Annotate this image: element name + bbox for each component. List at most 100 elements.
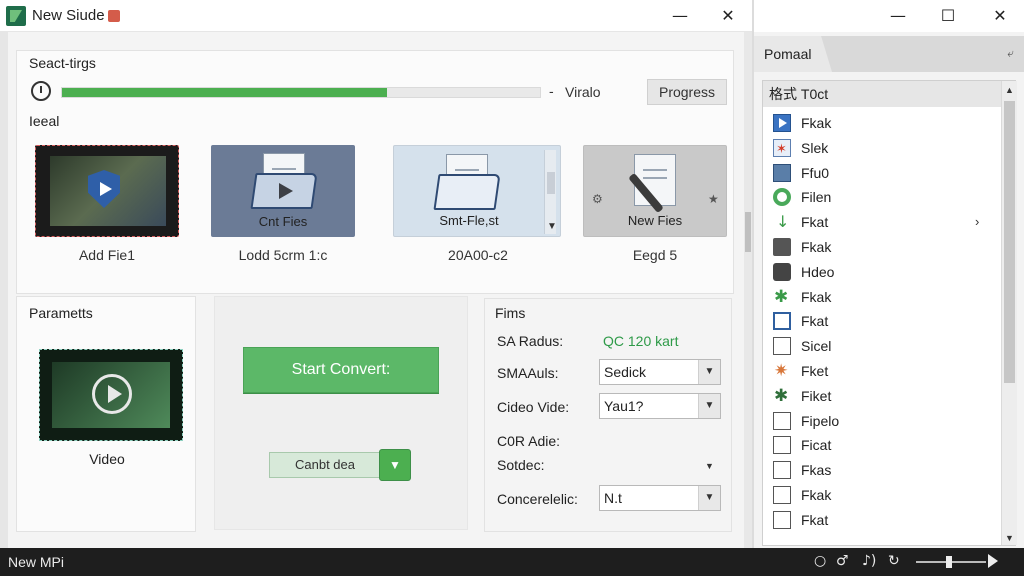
list-item[interactable]: Sicel (769, 334, 999, 358)
file-tile-smart[interactable]: Smt-Fle,st ▼ (393, 145, 561, 237)
chevron-down-icon[interactable]: ▼ (547, 221, 557, 232)
chevron-up-icon[interactable]: ▲ (1005, 85, 1014, 95)
tab-format[interactable]: Pomaal (754, 36, 832, 72)
chevron-down-icon[interactable]: ▼ (379, 449, 411, 481)
green-star-icon (773, 285, 791, 309)
list-item-label: Hdeo (801, 263, 835, 280)
list-item[interactable]: Fipelo (769, 409, 999, 433)
list-header: 格式 T0ct (763, 81, 1001, 107)
pin-icon[interactable]: ⤶ (1007, 46, 1014, 61)
parameters-label: Parametts (29, 305, 93, 321)
select-video[interactable]: Yau1? ▼ (599, 393, 721, 419)
list-item[interactable]: Ficat (769, 433, 999, 457)
list-item-label: Fkak (801, 288, 832, 305)
tile-scrollbar[interactable]: ▼ (544, 150, 557, 234)
field-label: Concerelelic: (497, 491, 578, 507)
list-item-label: Fkat (801, 214, 829, 231)
taskbar-label[interactable]: New MPi (8, 554, 64, 570)
field-label: SA Radus: (497, 333, 564, 349)
tile-caption-new: Eegd 5 (632, 247, 678, 263)
list-scrollbar[interactable]: ▲ ▼ (1001, 81, 1017, 545)
scrollbar-thumb[interactable] (745, 212, 751, 252)
checkbox-icon (773, 337, 791, 356)
file-tile-load[interactable]: Cnt Fies (211, 145, 355, 237)
volume-slider-knob[interactable] (946, 556, 952, 568)
list-item[interactable]: Fket (769, 359, 999, 383)
main-window: New Siude — ✕ Seact-tirgs - Viralo Progr… (0, 0, 752, 548)
field-label: Cideo Vide: (497, 399, 570, 415)
list-item[interactable]: Ffu0 (769, 161, 999, 185)
green-circle-icon (773, 188, 791, 207)
minimize-button[interactable]: — (878, 4, 918, 28)
user-icon[interactable]: ♂ (836, 553, 849, 569)
list-item[interactable]: Fkak (769, 235, 999, 259)
format-list: 格式 T0ct ▲ ▼ Fkak Slek Ffu0 Filen Fkat › Fkak Hd… (762, 80, 1017, 546)
checkbox-icon (773, 510, 791, 529)
chevron-down-icon[interactable]: ▼ (705, 461, 714, 471)
video-label: Video (89, 451, 125, 467)
list-item[interactable]: Slek (769, 136, 999, 162)
select-concerelelic[interactable]: N.t ▼ (599, 485, 721, 511)
list-item-label: Fkas (801, 462, 832, 479)
list-item-label: Fkak (801, 239, 832, 255)
close-button[interactable]: ✕ (980, 4, 1020, 28)
video-preview[interactable] (39, 349, 183, 441)
list-item-label: Fkat (801, 313, 829, 330)
list-item[interactable]: Fkak (769, 483, 999, 507)
start-convert-button[interactable]: Start Convert: (243, 347, 439, 393)
minimize-button[interactable]: — (660, 4, 700, 28)
refresh-icon[interactable]: ↻ (888, 553, 900, 569)
title-bar: New Siude — ✕ (0, 0, 752, 32)
chevron-right-icon[interactable]: › (975, 210, 979, 234)
camera-icon (773, 262, 791, 281)
list-item[interactable]: Fkak (769, 111, 999, 135)
file-tile-add[interactable] (35, 145, 179, 237)
window-scrollbar[interactable] (744, 32, 752, 548)
window-title: New Siude (32, 7, 105, 24)
play-icon (773, 114, 791, 132)
list-item-label: Fkat (801, 511, 829, 528)
chevron-down-icon[interactable]: ▼ (698, 486, 720, 510)
printer-icon (773, 238, 791, 256)
list-item[interactable]: Hdeo (769, 260, 999, 284)
chevron-down-icon[interactable]: ▼ (698, 360, 720, 384)
chevron-down-icon[interactable]: ▼ (1005, 533, 1014, 543)
list-item[interactable]: Fkak (769, 285, 999, 309)
chevron-down-icon[interactable]: ▼ (698, 394, 720, 418)
tile-inner-label: New Fies (627, 213, 683, 228)
list-item[interactable]: Fkas (769, 458, 999, 482)
gear-icon: ⚙ (592, 192, 603, 206)
list-item[interactable]: Fkat › (769, 210, 999, 234)
list-item[interactable]: Fkat (769, 508, 999, 532)
split-button-label[interactable]: Canbt dea (269, 452, 381, 478)
split-button[interactable]: Canbt dea ▼ (269, 449, 411, 481)
field-value: QC 120 kart (603, 333, 679, 349)
checkbox-icon (773, 411, 791, 430)
list-item[interactable]: Fiket (769, 384, 999, 408)
close-button[interactable]: ✕ (708, 4, 748, 28)
orange-star-icon (773, 359, 791, 383)
clock-icon (31, 81, 51, 101)
volume-icon[interactable]: ♪) (862, 553, 876, 569)
field-label: Sotdec: (497, 457, 545, 473)
video-label: Viralo (565, 84, 601, 100)
tile-caption-add: Add Fie1 (78, 247, 136, 263)
list-item[interactable]: Filen (769, 185, 999, 209)
circle-icon[interactable]: ○ (814, 553, 826, 569)
play-next-icon[interactable] (988, 554, 998, 568)
side-title-bar: — ☐ ✕ (754, 0, 1024, 32)
red-asterisk-icon (773, 138, 791, 162)
list-scroll-thumb[interactable] (1004, 101, 1015, 383)
checkbox-icon (773, 461, 791, 480)
tile-scroll-thumb[interactable] (547, 172, 555, 194)
play-circle-icon[interactable] (92, 374, 132, 414)
side-tab-bar: Pomaal ⤶ (754, 36, 1024, 72)
file-tile-new[interactable]: ⚙ ★ New Fies (583, 145, 727, 237)
list-item-label: Fipelo (801, 412, 840, 429)
list-item-label: Sicel (801, 338, 832, 355)
maximize-button[interactable]: ☐ (928, 4, 968, 28)
format-panel-window: — ☐ ✕ Pomaal ⤶ 格式 T0ct ▲ ▼ Fkak Slek Ffu0 F… (754, 0, 1024, 548)
progress-button[interactable]: Progress (647, 79, 727, 105)
list-item[interactable]: Fkat (769, 309, 999, 333)
select-smaauls[interactable]: Sedick ▼ (599, 359, 721, 385)
